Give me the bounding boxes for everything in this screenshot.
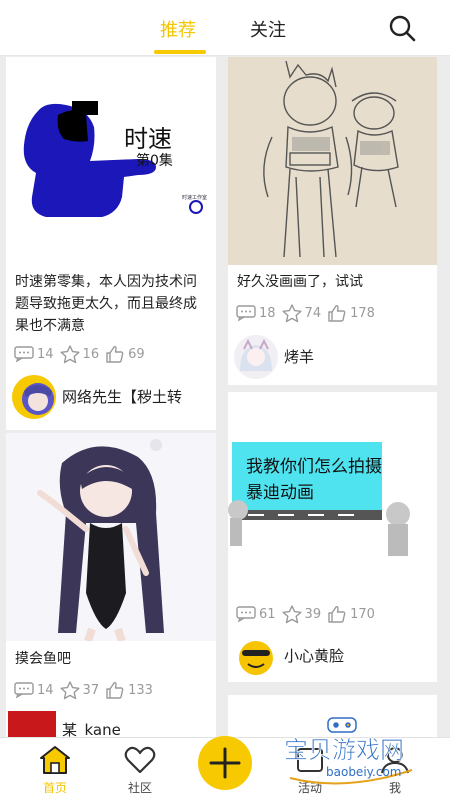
star-count-value: 74: [304, 305, 322, 321]
author-name[interactable]: 小心黄脸: [284, 645, 344, 666]
plus-icon: [209, 747, 241, 779]
post-thumbnail: 时速 第0集 时速工作室: [6, 101, 216, 219]
post-card[interactable]: 好久没画画了，试试 18 74 178 烤羊: [228, 57, 437, 385]
post-thumbnail: [228, 57, 437, 265]
author-row[interactable]: 小心黄脸: [228, 629, 437, 682]
author-name[interactable]: 网络先生【秽土转: [62, 386, 182, 407]
avatar[interactable]: [234, 335, 278, 379]
thumb-count-value: 133: [128, 682, 153, 698]
thumbs-up-icon: [328, 304, 346, 322]
active-tab-indicator: [154, 50, 206, 54]
star-icon: [282, 303, 302, 322]
comment-count-value: 14: [37, 682, 54, 698]
author-row[interactable]: 烤羊: [228, 330, 437, 384]
nav-community[interactable]: [110, 744, 170, 780]
thumb-count[interactable]: 69: [105, 345, 145, 364]
author-name[interactable]: 烤羊: [284, 346, 314, 367]
create-post-button[interactable]: [198, 736, 252, 790]
comment-count-value: 14: [37, 346, 54, 362]
post-stats: 14 37 133: [14, 680, 159, 700]
star-icon: [282, 604, 302, 623]
thumb-count-value: 69: [128, 346, 145, 362]
star-icon: [60, 680, 80, 699]
nav-home-label[interactable]: 首页: [25, 779, 85, 796]
comment-count-value: 61: [259, 606, 276, 622]
comment-count[interactable]: 14: [14, 682, 54, 698]
thumb-count[interactable]: 133: [105, 681, 153, 700]
author-row[interactable]: 网络先生【秽土转: [6, 370, 216, 424]
post-card[interactable]: 我教你们怎么拍摄 暴迪动画 61 39 170 小心黄脸: [228, 392, 437, 682]
thumbnail-episode: 第0集: [136, 152, 173, 169]
watermark: 宝贝游戏网 baobeiy.com: [276, 712, 446, 796]
avatar[interactable]: [234, 634, 278, 678]
avatar[interactable]: [12, 375, 56, 419]
post-title[interactable]: 时速第零集，本人因为技术问题导致拖更太久，而且最终成果也不满意: [15, 271, 208, 337]
thumbs-up-icon: [328, 605, 346, 623]
tab-follow[interactable]: 关注: [250, 16, 286, 42]
heart-icon: [124, 746, 156, 774]
thumb-count-value: 178: [350, 305, 375, 321]
post-stats: 18 74 178: [236, 303, 381, 323]
comment-icon: [14, 346, 34, 362]
post-thumbnail: 我教你们怎么拍摄 暴迪动画: [228, 392, 437, 600]
comment-count-value: 18: [259, 305, 276, 321]
post-card[interactable]: 时速 第0集 时速工作室 时速第零集，本人因为技术问题导致拖更太久，而且最终成果…: [6, 57, 216, 430]
thumbnail-line1: 我教你们怎么拍摄: [246, 457, 382, 477]
watermark-text: 宝贝游戏网: [284, 736, 404, 764]
nav-home[interactable]: [25, 744, 85, 780]
nav-community-label[interactable]: 社区: [110, 779, 170, 796]
avatar[interactable]: [8, 711, 56, 737]
search-icon[interactable]: [386, 12, 418, 44]
author-name[interactable]: 某_kane: [62, 719, 121, 737]
star-count-value: 16: [82, 346, 100, 362]
author-row[interactable]: 某_kane: [6, 707, 216, 737]
comment-icon: [14, 682, 34, 698]
star-count[interactable]: 39: [282, 604, 322, 624]
star-count[interactable]: 74: [282, 303, 322, 323]
top-bar: 推荐 关注: [0, 0, 450, 56]
thumbs-up-icon: [106, 345, 124, 363]
star-count[interactable]: 37: [60, 680, 100, 700]
star-icon: [60, 344, 80, 363]
post-stats: 61 39 170: [236, 604, 381, 624]
thumb-count[interactable]: 170: [327, 605, 375, 624]
comment-count[interactable]: 18: [236, 305, 276, 321]
post-feed[interactable]: 时速 第0集 时速工作室 时速第零集，本人因为技术问题导致拖更太久，而且最终成果…: [0, 57, 450, 737]
home-icon: [40, 746, 70, 774]
post-thumbnail: [6, 433, 216, 643]
watermark-url: baobeiy.com: [326, 765, 401, 779]
post-title[interactable]: 摸会鱼吧: [15, 648, 208, 670]
comment-count[interactable]: 14: [14, 346, 54, 362]
star-count-value: 37: [82, 682, 100, 698]
comment-count[interactable]: 61: [236, 606, 276, 622]
comment-icon: [236, 606, 256, 622]
post-stats: 14 16 69: [14, 344, 151, 364]
thumbnail-mark: 时速工作室: [182, 194, 207, 201]
comment-icon: [236, 305, 256, 321]
thumbnail-title: 时速: [124, 125, 172, 153]
star-count-value: 39: [304, 606, 322, 622]
post-title[interactable]: 好久没画画了，试试: [237, 271, 429, 293]
tab-recommend[interactable]: 推荐: [160, 16, 196, 42]
thumb-count-value: 170: [350, 606, 375, 622]
thumbs-up-icon: [106, 681, 124, 699]
thumb-count[interactable]: 178: [327, 304, 375, 323]
post-card[interactable]: 摸会鱼吧 14 37 133 某_kane: [6, 433, 216, 737]
star-count[interactable]: 16: [60, 344, 100, 364]
thumbnail-line2: 暴迪动画: [246, 483, 314, 503]
